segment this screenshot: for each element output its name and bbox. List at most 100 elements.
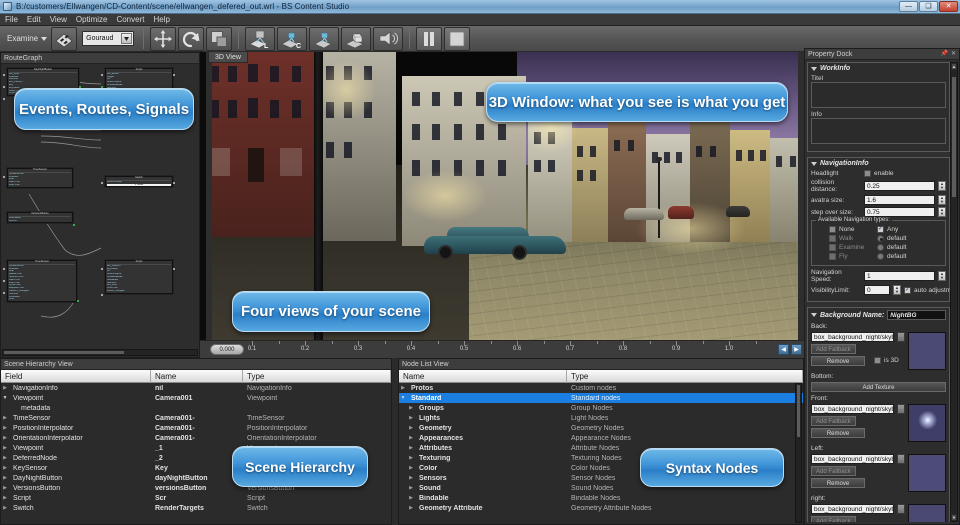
- remove-button[interactable]: Remove: [811, 428, 865, 438]
- stop-button[interactable]: [444, 26, 471, 51]
- auto-adjustment-checkbox[interactable]: ✓: [904, 286, 911, 294]
- route-graph-hscrollbar[interactable]: [2, 349, 198, 356]
- menu-item-help[interactable]: Help: [153, 15, 169, 24]
- scroll-up-icon[interactable]: ▲: [951, 63, 957, 70]
- column-header-type[interactable]: Type: [243, 369, 391, 383]
- list-item[interactable]: ▶ Bindable Bindable Nodes: [399, 493, 803, 503]
- table-row[interactable]: metadata: [1, 403, 391, 413]
- navigation-default-radio[interactable]: [877, 253, 884, 260]
- pause-button[interactable]: [416, 26, 443, 51]
- headlight-checkbox[interactable]: [864, 170, 871, 177]
- route-port[interactable]: [3, 98, 5, 100]
- list-item[interactable]: ▶ Geometry Geometry Nodes: [399, 423, 803, 433]
- table-row[interactable]: ▶ Switch RenderTargets Switch: [1, 503, 391, 513]
- is3d-checkbox[interactable]: [874, 357, 881, 364]
- workinfo-info-field[interactable]: [811, 118, 946, 144]
- avatar-size-stepper[interactable]: ▲ ▼: [938, 195, 946, 205]
- texture-path-input[interactable]: box_background_night/skybox: [811, 454, 894, 464]
- expand-arrow-icon[interactable]: ▼: [1, 395, 9, 401]
- add-light-button[interactable]: L: [245, 26, 276, 51]
- add-camera-button[interactable]: C: [277, 26, 308, 51]
- avatar-size-input[interactable]: 1.6: [864, 195, 935, 205]
- remove-button[interactable]: Remove: [811, 478, 865, 488]
- add-viewpoint-button[interactable]: [309, 26, 340, 51]
- expand-arrow-icon[interactable]: ▶: [1, 385, 9, 391]
- texture-icon-button[interactable]: [51, 26, 78, 51]
- chevron-down-icon[interactable]: [121, 33, 133, 44]
- expand-arrow-icon[interactable]: ▶: [1, 495, 9, 501]
- timeline[interactable]: 0.000 0.1 0.2 0.3 0.4 0.5 0.6 0.7 0.8 0.9 1.0 ◀ ▶: [200, 340, 804, 358]
- expand-arrow-icon[interactable]: ▶: [1, 415, 9, 421]
- workinfo-title-row[interactable]: WorkInfo: [811, 65, 946, 72]
- expand-arrow-icon[interactable]: ▶: [407, 425, 415, 431]
- visibility-limit-input[interactable]: 0: [864, 285, 890, 295]
- scale-tool-button[interactable]: [206, 26, 233, 51]
- chevron-down-icon[interactable]: [811, 313, 817, 317]
- timeline-prev-button[interactable]: ◀: [778, 344, 789, 355]
- route-port[interactable]: [3, 280, 5, 282]
- viewport-tab-3d-view[interactable]: 3D View: [208, 52, 248, 63]
- column-header-name[interactable]: Name: [399, 369, 567, 383]
- step-over-size-input[interactable]: 0.75: [864, 207, 935, 217]
- expand-arrow-icon[interactable]: ▶: [1, 425, 9, 431]
- navigation-type-checkbox[interactable]: [829, 253, 836, 260]
- route-port[interactable]: [173, 268, 175, 270]
- texture-preview[interactable]: [908, 404, 946, 442]
- navigation-default-radio[interactable]: [877, 244, 884, 251]
- route-node[interactable]: VersionsButton orientation setOut: [7, 212, 73, 224]
- route-node[interactable]: Script set_fraction keyValue url directOut…: [105, 260, 173, 294]
- route-port[interactable]: [101, 268, 103, 270]
- timeline-next-button[interactable]: ▶: [791, 344, 802, 355]
- remove-button[interactable]: Remove: [811, 356, 865, 366]
- add-fallback-button[interactable]: Add Fallback: [811, 466, 856, 476]
- expand-arrow-icon[interactable]: ▶: [407, 405, 415, 411]
- texture-preview[interactable]: [908, 454, 946, 492]
- table-row[interactable]: ▶ Script Scr Script: [1, 493, 391, 503]
- table-row[interactable]: ▼ Viewpoint Camera001 Viewpoint: [1, 393, 391, 403]
- navigation-type-checkbox[interactable]: [829, 235, 836, 242]
- workinfo-titel-field[interactable]: [811, 82, 946, 108]
- expand-arrow-icon[interactable]: ▶: [407, 465, 415, 471]
- list-item[interactable]: ▼ Standard Standard nodes: [399, 393, 803, 403]
- expand-arrow-icon[interactable]: ▶: [407, 455, 415, 461]
- navigation-type-checkbox[interactable]: [829, 244, 836, 251]
- close-icon[interactable]: ✕: [951, 49, 956, 60]
- navigation-type-checkbox[interactable]: ✓: [877, 226, 884, 233]
- column-header-type[interactable]: Type: [567, 369, 803, 383]
- expand-arrow-icon[interactable]: ▶: [1, 475, 9, 481]
- list-item[interactable]: ▶ Appearances Appearance Nodes: [399, 433, 803, 443]
- chevron-down-icon[interactable]: [811, 66, 817, 71]
- expand-arrow-icon[interactable]: ▶: [1, 445, 9, 451]
- menu-item-edit[interactable]: Edit: [27, 15, 41, 24]
- lock-icon[interactable]: [897, 504, 905, 514]
- visibility-limit-stepper[interactable]: ▲ ▼: [893, 285, 901, 295]
- expand-arrow-icon[interactable]: ▶: [407, 505, 415, 511]
- texture-path-input[interactable]: box_background_night/skybox: [811, 404, 894, 414]
- texture-path-input[interactable]: box_background_night/skybox: [811, 504, 894, 514]
- expand-arrow-icon[interactable]: ▶: [407, 495, 415, 501]
- route-port[interactable]: [173, 74, 175, 76]
- add-fallback-button[interactable]: Add Fallback: [811, 344, 856, 354]
- shading-select[interactable]: Gouraud: [82, 31, 135, 46]
- navigation-speed-stepper[interactable]: ▲ ▼: [938, 271, 946, 281]
- route-port[interactable]: [3, 176, 5, 178]
- add-sound-button[interactable]: [373, 26, 404, 51]
- background-title-row[interactable]: Background Name: NightBG: [811, 310, 946, 320]
- navigation-speed-input[interactable]: 1: [864, 271, 935, 281]
- property-dock-scrollbar[interactable]: ▲ ▼: [950, 62, 958, 522]
- route-port[interactable]: [3, 86, 5, 88]
- maximize-button[interactable]: ❑: [919, 1, 938, 12]
- scroll-down-icon[interactable]: ▼: [951, 514, 957, 521]
- menu-item-optimize[interactable]: Optimize: [76, 15, 108, 24]
- route-port[interactable]: [101, 74, 103, 76]
- lock-icon[interactable]: [897, 404, 905, 414]
- expand-arrow-icon[interactable]: ▶: [1, 485, 9, 491]
- collision-distance-stepper[interactable]: ▲ ▼: [938, 181, 946, 191]
- texture-path-input[interactable]: box_background_night/skybox: [811, 332, 894, 342]
- navigationinfo-title-row[interactable]: NavigationInfo: [811, 160, 946, 167]
- menu-item-file[interactable]: File: [5, 15, 18, 24]
- route-port[interactable]: [101, 294, 103, 296]
- texture-preview[interactable]: [908, 504, 946, 522]
- route-port[interactable]: [173, 182, 175, 184]
- column-header-name[interactable]: Name: [151, 369, 243, 383]
